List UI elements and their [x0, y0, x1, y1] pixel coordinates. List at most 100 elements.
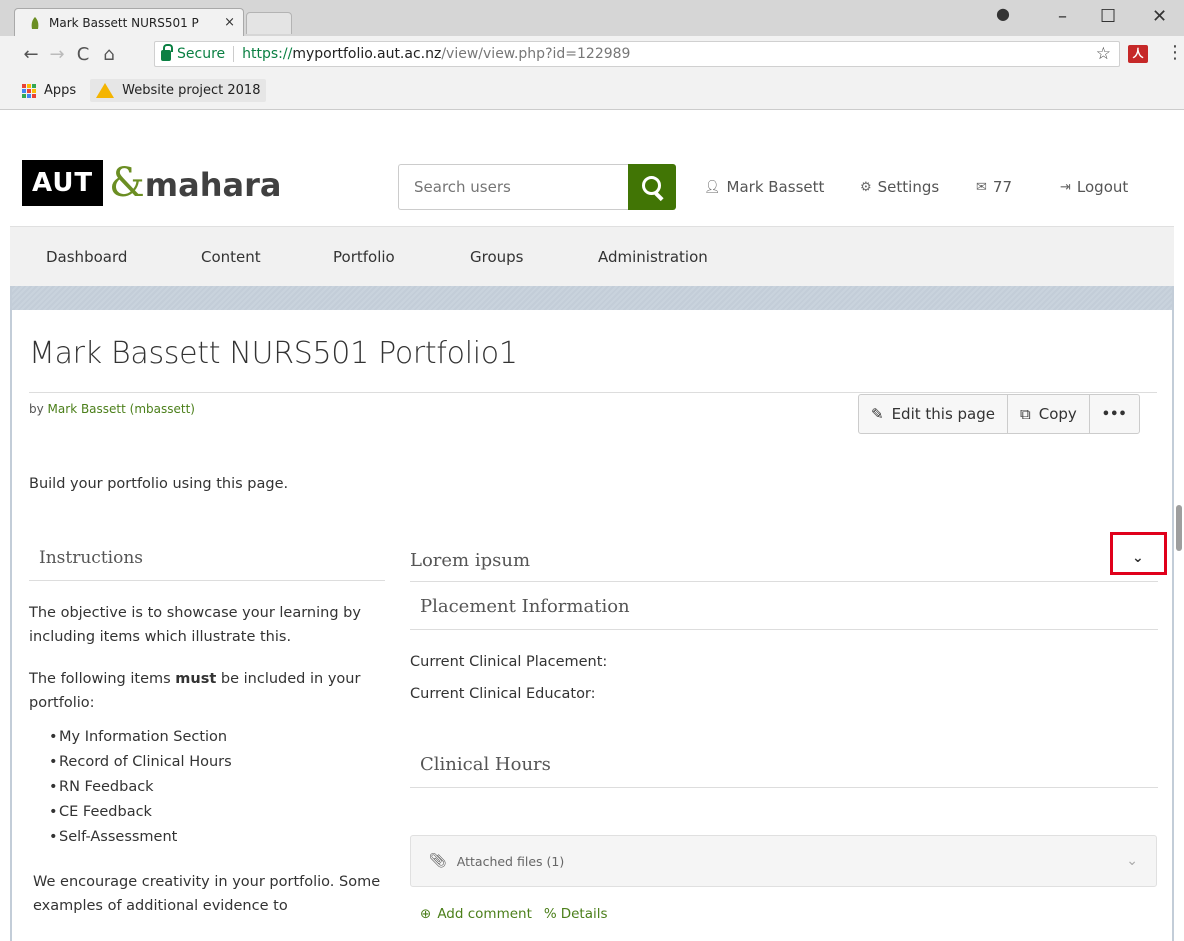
attached-files-panel[interactable]: 📎︎ Attached files (1) ⌄ [410, 835, 1157, 887]
page-viewport: AUT &mahara 👤︎ Mark Bassett ⚙ Settings ✉… [0, 110, 1184, 941]
new-tab-button[interactable] [246, 12, 292, 34]
settings-label: Settings [877, 178, 940, 196]
nav-portfolio[interactable]: Portfolio [333, 248, 395, 266]
paperclip-icon: 📎︎ [429, 853, 447, 869]
logout-label: Logout [1076, 178, 1129, 196]
byline: by Mark Bassett (mbassett) [29, 402, 195, 416]
copy-icon: ⧉ [1020, 405, 1031, 423]
minimize-button[interactable]: – [1058, 6, 1067, 27]
maximize-button[interactable]: ☐ [1100, 6, 1116, 27]
instructions-title: Instructions [39, 548, 143, 568]
url-host: myportfolio.aut.ac.nz [292, 46, 442, 62]
placement-divider [410, 629, 1158, 630]
messages-link[interactable]: ✉ 77 [976, 178, 1012, 196]
required-items-list: My Information Section Record of Clinica… [29, 725, 385, 850]
profile-icon[interactable]: ● [996, 4, 1010, 23]
plus-circle-icon: ⊕ [420, 906, 432, 922]
more-options-button[interactable]: ••• [1090, 395, 1139, 433]
content-border-left [10, 286, 12, 941]
instructions-p2: The following items must be included in … [29, 671, 361, 711]
title-divider [29, 392, 1157, 393]
apps-grid-icon [22, 83, 36, 98]
mahara-favicon-icon [31, 16, 39, 29]
educator-label: Current Clinical Educator: [410, 686, 596, 702]
url-path: /view/view.php?id=122989 [441, 46, 631, 62]
url-scheme: https:// [242, 46, 293, 62]
highlight-box [1110, 532, 1167, 575]
copy-button[interactable]: ⧉ Copy [1008, 395, 1090, 433]
bookmarks-bar: Apps Website project 2018 [0, 72, 1184, 110]
messages-count: 77 [992, 178, 1012, 196]
details-link[interactable]: Details [561, 906, 608, 922]
list-item: Record of Clinical Hours [59, 750, 385, 775]
mahara-logo: &mahara [109, 160, 282, 206]
browser-toolbar: ← → C ⌂ Secure https://myportfolio.aut.a… [0, 36, 1184, 72]
edit-page-button[interactable]: ✎ Edit this page [859, 395, 1008, 433]
list-item: CE Feedback [59, 800, 385, 825]
copy-label: Copy [1038, 405, 1077, 423]
search-users-input[interactable] [398, 164, 628, 210]
attached-files-label: Attached files (1) [456, 853, 565, 869]
bookmark-website-project[interactable]: Website project 2018 [90, 79, 267, 102]
link-icon: % [543, 906, 557, 922]
instructions-divider [29, 580, 385, 581]
apps-label: Apps [44, 83, 77, 98]
instructions-p1: The objective is to showcase your learni… [29, 605, 361, 645]
list-item: RN Feedback [59, 775, 385, 800]
byline-prefix: by [29, 402, 48, 416]
block-actions: ⊕ Add comment % Details [420, 906, 608, 922]
search-button[interactable] [628, 164, 676, 210]
main-navigation: Dashboard Content Portfolio Groups Admin… [10, 226, 1174, 286]
logout-link[interactable]: ⇥ Logout [1060, 178, 1128, 196]
nav-groups[interactable]: Groups [470, 248, 523, 266]
bookmark-star-icon[interactable]: ☆ [1096, 44, 1111, 64]
instructions-p3: We encourage creativity in your portfoli… [33, 874, 381, 914]
bookmark-label: Website project 2018 [122, 83, 261, 98]
apps-bookmark[interactable]: Apps [22, 83, 76, 98]
user-name: Mark Bassett [726, 178, 825, 196]
close-window-button[interactable]: ✕ [1152, 6, 1167, 27]
envelope-icon: ✉ [976, 179, 987, 195]
home-button[interactable]: ⌂ [96, 44, 122, 65]
pdf-extension-icon[interactable]: 人 [1128, 45, 1148, 63]
settings-link[interactable]: ⚙ Settings [860, 178, 939, 196]
browser-tab[interactable]: Mark Bassett NURS501 P × [14, 8, 244, 36]
right-column: Lorem ipsum Placement Information Curren… [410, 540, 1158, 788]
gears-icon: ⚙ [860, 179, 872, 195]
google-drive-icon [96, 83, 115, 98]
placement-label: Current Clinical Placement: [410, 654, 608, 670]
aut-logo: AUT [22, 160, 104, 206]
reload-button[interactable]: C [70, 44, 96, 65]
nav-content[interactable]: Content [201, 248, 261, 266]
list-item: My Information Section [59, 725, 385, 750]
forward-button[interactable]: → [44, 44, 70, 65]
back-button[interactable]: ← [18, 44, 44, 65]
hours-divider [410, 787, 1158, 788]
page-title: Mark Bassett NURS501 Portfolio1 [29, 336, 518, 371]
edit-label: Edit this page [891, 405, 995, 423]
nav-administration[interactable]: Administration [598, 248, 708, 266]
list-item: Self-Assessment [59, 825, 385, 850]
browser-menu-icon[interactable]: ⋮ [1166, 42, 1184, 63]
omnibox-separator [233, 46, 235, 62]
user-icon: 👤︎ [704, 179, 721, 195]
content-border-right [1172, 286, 1174, 941]
user-profile-link[interactable]: 👤︎ Mark Bassett [704, 178, 824, 196]
author-link[interactable]: Mark Bassett (mbassett) [48, 402, 195, 416]
secure-label: Secure [177, 46, 226, 62]
browser-tabstrip: Mark Bassett NURS501 P × ● – ☐ ✕ [0, 0, 1184, 36]
site-logo[interactable]: AUT &mahara [22, 160, 281, 206]
address-bar[interactable]: Secure https://myportfolio.aut.ac.nz/vie… [154, 41, 1120, 67]
page-actions: ✎ Edit this page ⧉ Copy ••• [858, 394, 1140, 434]
lorem-ipsum-title[interactable]: Lorem ipsum [410, 540, 1158, 581]
tab-close-icon[interactable]: × [224, 15, 235, 30]
instructions-block: Instructions The objective is to showcas… [29, 540, 385, 918]
clinical-hours-title: Clinical Hours [420, 754, 551, 775]
chevron-down-icon[interactable]: ⌄ [1126, 853, 1138, 869]
add-comment-link[interactable]: Add comment [437, 906, 532, 922]
nav-dashboard[interactable]: Dashboard [46, 248, 127, 266]
scrollbar-thumb[interactable] [1176, 505, 1182, 551]
header-stripe [10, 286, 1174, 310]
tab-title: Mark Bassett NURS501 P [49, 15, 199, 30]
lock-icon [161, 43, 173, 61]
